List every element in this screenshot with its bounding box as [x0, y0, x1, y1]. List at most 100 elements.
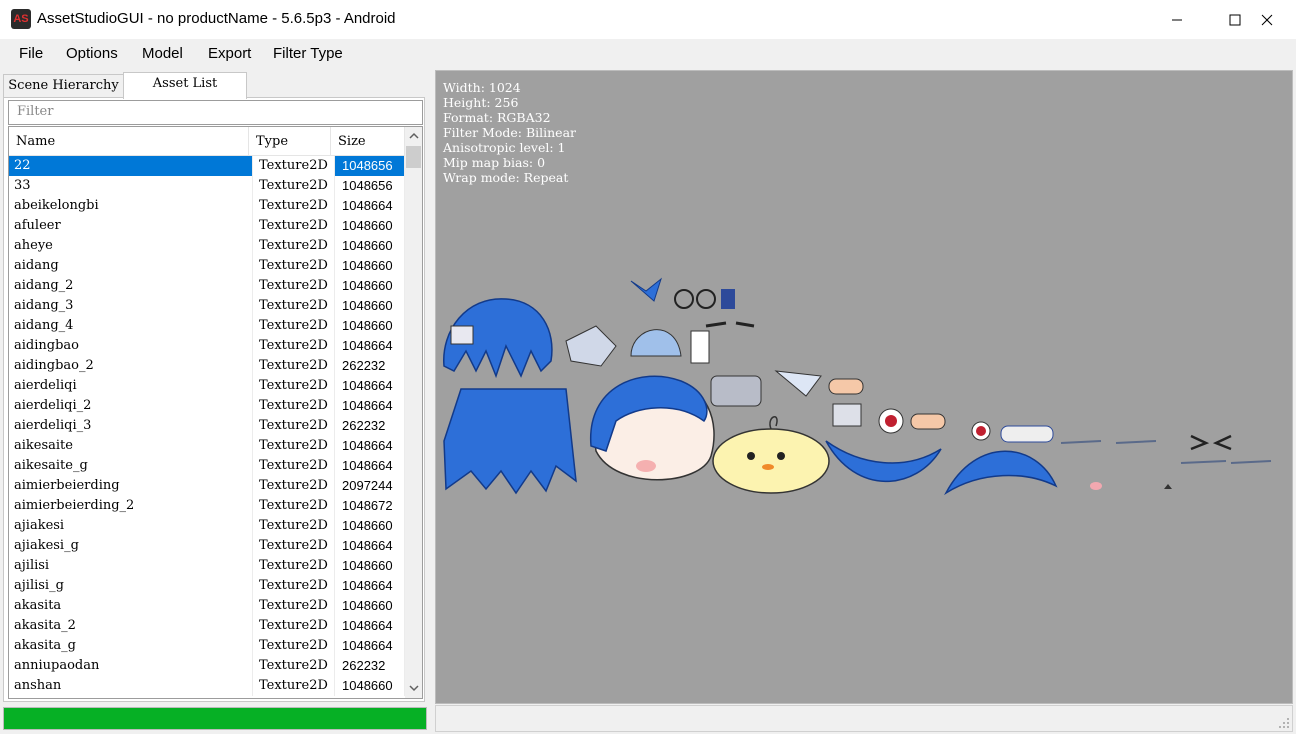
cell-size: 1048660: [335, 676, 405, 696]
sprite-face-lines-3: [1180, 460, 1272, 464]
close-button[interactable]: [1238, 0, 1296, 39]
table-row[interactable]: anshan Texture2D 1048660: [9, 676, 405, 696]
cell-type: Texture2D: [253, 536, 335, 556]
cell-type: Texture2D: [253, 576, 335, 596]
cell-type: Texture2D: [253, 216, 335, 236]
table-row[interactable]: anniupaodan Texture2D 262232: [9, 656, 405, 676]
cell-type: Texture2D: [253, 176, 335, 196]
cell-name: akasita_g: [9, 636, 253, 656]
table-row[interactable]: aidang Texture2D 1048660: [9, 256, 405, 276]
sprite-eye-2-iris: [976, 426, 986, 436]
table-row[interactable]: ajiakesi_g Texture2D 1048664: [9, 536, 405, 556]
sprite-capsule-2: [910, 413, 946, 430]
cell-type: Texture2D: [253, 356, 335, 376]
table-row[interactable]: aheye Texture2D 1048660: [9, 236, 405, 256]
table-row[interactable]: 22 Texture2D 1048656: [9, 156, 405, 176]
progress-bar: [3, 707, 427, 730]
cell-size: 1048664: [335, 376, 405, 396]
sprite-hair-back: [443, 388, 577, 495]
table-row[interactable]: akasita_g Texture2D 1048664: [9, 636, 405, 656]
cell-type: Texture2D: [253, 236, 335, 256]
cell-name: ajiakesi: [9, 516, 253, 536]
cell-type: Texture2D: [253, 156, 335, 176]
chevron-up-icon: [408, 132, 419, 139]
menu-export[interactable]: Export: [208, 45, 251, 62]
cell-name: ajiakesi_g: [9, 536, 253, 556]
cell-name: abeikelongbi: [9, 196, 253, 216]
table-row[interactable]: akasita_2 Texture2D 1048664: [9, 616, 405, 636]
table-row[interactable]: aikesaite Texture2D 1048664: [9, 436, 405, 456]
sprite-jet: [774, 370, 822, 397]
cell-name: aidang_3: [9, 296, 253, 316]
sprite-armor: [565, 325, 617, 367]
minimize-icon: [1172, 19, 1182, 20]
menu-bar: File Options Model Export Filter Type: [0, 39, 1296, 69]
close-icon: [1261, 14, 1273, 25]
menu-model[interactable]: Model: [142, 45, 183, 62]
sprite-blue-block: [721, 289, 735, 309]
sprite-face-mouth: [1090, 482, 1102, 490]
cell-size: 1048660: [335, 516, 405, 536]
table-row[interactable]: ajiakesi Texture2D 1048660: [9, 516, 405, 536]
cell-type: Texture2D: [253, 336, 335, 356]
tab-asset-list[interactable]: Asset List: [123, 72, 247, 99]
table-row[interactable]: aidang_2 Texture2D 1048660: [9, 276, 405, 296]
cell-type: Texture2D: [253, 496, 335, 516]
cell-name: aidingbao: [9, 336, 253, 356]
scrollbar-thumb[interactable]: [406, 146, 421, 168]
table-row[interactable]: aierdeliqi_3 Texture2D 262232: [9, 416, 405, 436]
sprite-crescent-1: [825, 440, 942, 483]
cell-name: aheye: [9, 236, 253, 256]
table-row[interactable]: aidingbao Texture2D 1048664: [9, 336, 405, 356]
table-row[interactable]: 33 Texture2D 1048656: [9, 176, 405, 196]
cell-name: ajilisi_g: [9, 576, 253, 596]
table-row[interactable]: aierdeliqi Texture2D 1048664: [9, 376, 405, 396]
table-row[interactable]: aimierbeierding Texture2D 2097244: [9, 476, 405, 496]
column-header-size[interactable]: Size: [331, 127, 405, 156]
cell-size: 1048660: [335, 276, 405, 296]
cell-type: Texture2D: [253, 616, 335, 636]
cell-size: 262232: [335, 356, 405, 376]
menu-file[interactable]: File: [19, 45, 43, 62]
table-row[interactable]: abeikelongbi Texture2D 1048664: [9, 196, 405, 216]
sprite-chick-tuft: [769, 416, 778, 430]
progress-fill: [4, 708, 426, 729]
minimize-button[interactable]: [1148, 0, 1206, 39]
tab-strip: Scene Hierarchy Asset List: [3, 72, 423, 99]
menu-filter-type[interactable]: Filter Type: [273, 45, 343, 62]
table-row[interactable]: ajilisi Texture2D 1048660: [9, 556, 405, 576]
scroll-down-button[interactable]: [405, 679, 422, 696]
cell-type: Texture2D: [253, 256, 335, 276]
cell-name: aidang_4: [9, 316, 253, 336]
scroll-up-button[interactable]: [405, 127, 422, 144]
table-row[interactable]: ajilisi_g Texture2D 1048664: [9, 576, 405, 596]
column-header-name[interactable]: Name: [9, 127, 249, 156]
cell-type: Texture2D: [253, 196, 335, 216]
table-row[interactable]: aierdeliqi_2 Texture2D 1048664: [9, 396, 405, 416]
table-row[interactable]: aidang_4 Texture2D 1048660: [9, 316, 405, 336]
table-row[interactable]: aidingbao_2 Texture2D 262232: [9, 356, 405, 376]
column-header-type[interactable]: Type: [249, 127, 331, 156]
vertical-scrollbar[interactable]: [405, 127, 422, 698]
table-row[interactable]: aimierbeierding_2 Texture2D 1048672: [9, 496, 405, 516]
cell-type: Texture2D: [253, 416, 335, 436]
sprite-bottle: [690, 330, 710, 364]
filter-input[interactable]: Filter: [8, 100, 423, 125]
sprite-blush: [636, 460, 656, 472]
cell-size: 1048664: [335, 456, 405, 476]
resize-grip-icon[interactable]: [1278, 717, 1290, 729]
menu-options[interactable]: Options: [66, 45, 118, 62]
tab-scene-hierarchy[interactable]: Scene Hierarchy: [3, 74, 124, 98]
table-row[interactable]: aikesaite_g Texture2D 1048664: [9, 456, 405, 476]
sprite-chick-eye-left: [747, 452, 755, 460]
window-title: AssetStudioGUI - no productName - 5.6.5p…: [37, 10, 396, 27]
table-row[interactable]: afuleer Texture2D 1048660: [9, 216, 405, 236]
sprite-face-mouth-2: [1164, 484, 1172, 489]
sprite-swirl-2: [696, 289, 716, 309]
cell-name: aidang_2: [9, 276, 253, 296]
texture-preview: Width: 1024 Height: 256 Format: RGBA32 F…: [435, 70, 1293, 704]
table-row[interactable]: aidang_3 Texture2D 1048660: [9, 296, 405, 316]
cell-size: 1048660: [335, 296, 405, 316]
table-row[interactable]: akasita Texture2D 1048660: [9, 596, 405, 616]
asset-list[interactable]: Name Type Size 22 Texture2D 1048656 33 Textu…: [8, 126, 423, 699]
